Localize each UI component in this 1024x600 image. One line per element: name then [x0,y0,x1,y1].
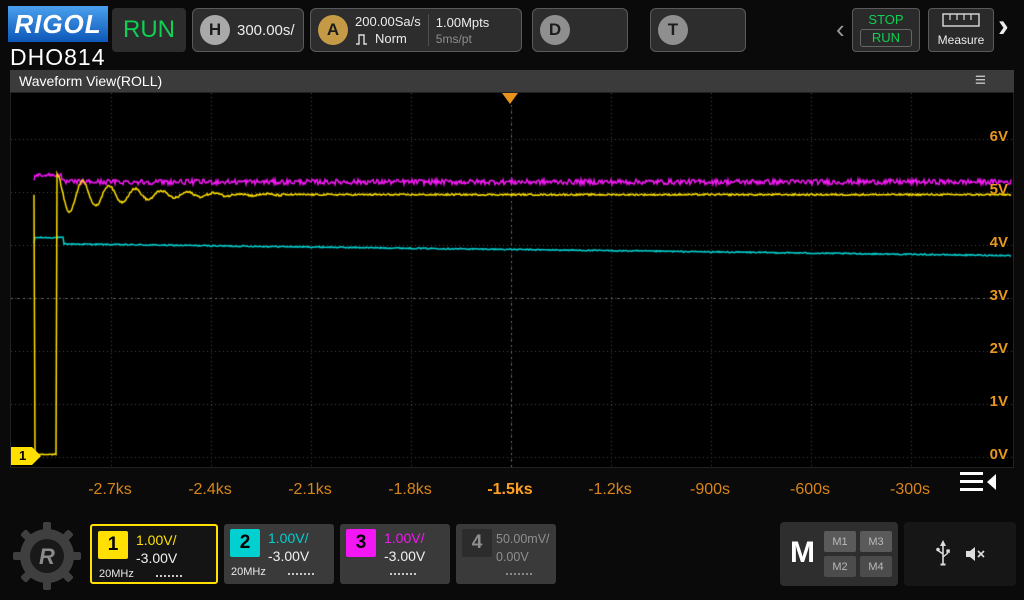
timebase-value: 300.00s/ [237,22,295,39]
voltage-label: 3V [966,287,1008,304]
channel-4-offset: 0.00V [496,550,529,564]
channel-3-scale: 1.00V/ [384,530,424,546]
math-m3-button[interactable]: M3 [860,531,892,552]
voltage-label: 0V [966,446,1008,463]
channel-2-box[interactable]: 2 1.00V/ -3.00V 20MHz [224,524,334,584]
model-label: DHO814 [10,44,105,71]
trigger-position-marker[interactable] [502,93,518,104]
acquisition-knob[interactable]: A [318,15,348,45]
voltage-label: 5V [966,181,1008,198]
channel-4-badge: 4 [462,529,492,557]
ruler-icon [942,13,980,27]
speaker-mute-icon[interactable] [965,546,986,562]
channel-2-style-dots [288,573,314,575]
stop-run-button[interactable]: STOP RUN [852,8,920,52]
divider [428,14,429,46]
stop-label: STOP [853,12,919,27]
hamburger-menu-icon[interactable]: ≡ [975,70,986,92]
channel-3-offset: -3.00V [384,548,425,564]
pulse-icon [355,33,371,45]
channel-1-box[interactable]: 1 1.00V/ -3.00V 20MHz [90,524,218,584]
time-label: -2.1ks [270,481,350,499]
channel-1-style-dots [156,575,182,577]
waveform-plot[interactable] [10,92,1014,468]
channel-3-box[interactable]: 3 1.00V/ -3.00V [340,524,450,584]
acquisition-group[interactable]: A 200.00Sa/s Norm 1.00Mpts 5ms/pt [310,8,522,52]
channel-2-bandwidth: 20MHz [231,566,266,578]
time-label: -1.5ks [470,481,550,499]
horizontal-knob[interactable]: H [200,15,230,45]
math-panel[interactable]: M M1 M3 M2 M4 [780,522,898,586]
channel-1-offset: -3.00V [136,550,177,566]
channel-3-style-dots [390,573,416,575]
waveform-canvas[interactable] [11,93,1013,467]
math-m4-button[interactable]: M4 [860,556,892,577]
nav-left-icon[interactable]: ‹ [836,16,845,42]
decode-group[interactable]: D [532,8,628,52]
channel-2-scale: 1.00V/ [268,530,308,546]
rigol-gear-logo[interactable]: R [8,518,86,594]
waveform-title-bar: Waveform View(ROLL) ≡ [10,70,1014,92]
time-per-point: 5ms/pt [436,32,489,46]
channel-1-bandwidth: 20MHz [99,568,134,580]
voltage-label: 1V [966,393,1008,410]
voltage-label: 2V [966,340,1008,357]
voltage-label: 4V [966,234,1008,251]
math-m2-button[interactable]: M2 [824,556,856,577]
memory-depth: 1.00Mpts [436,15,489,30]
oscilloscope-screen: RIGOL DHO814 RUN H 300.00s/ A 200.00Sa/s… [0,0,1024,600]
sample-rate: 200.00Sa/s [355,14,421,29]
acq-mode: Norm [375,31,407,46]
waveform-title: Waveform View(ROLL) [19,73,162,89]
horizontal-group[interactable]: H 300.00s/ [192,8,304,52]
math-label: M [790,536,815,570]
time-label: -1.2ks [570,481,650,499]
channel-2-offset: -3.00V [268,548,309,564]
voltage-label: 6V [966,128,1008,145]
decode-knob[interactable]: D [540,15,570,45]
trigger-knob[interactable]: T [658,15,688,45]
usb-icon [935,540,951,568]
time-label: -300s [870,481,950,499]
measure-button[interactable]: Measure [928,8,994,52]
rigol-logo: RIGOL [8,6,108,42]
channel-4-scale: 50.00mV/ [496,532,550,546]
channel-4-box[interactable]: 4 50.00mV/ 0.00V [456,524,556,584]
channel-2-badge: 2 [230,529,260,557]
channel-1-scale: 1.00V/ [136,532,176,548]
channel-3-badge: 3 [346,529,376,557]
results-expand-icon[interactable] [956,468,1000,496]
svg-text:R: R [39,544,55,569]
run-state-button[interactable]: RUN [112,8,186,52]
time-label: -2.4ks [170,481,250,499]
time-label: -1.8ks [370,481,450,499]
time-label: -600s [770,481,850,499]
channel-4-style-dots [506,573,532,575]
time-label: -2.7ks [70,481,150,499]
run-label: RUN [860,29,912,47]
nav-right-icon[interactable]: › [998,12,1009,38]
time-label: -900s [670,481,750,499]
measure-label: Measure [929,33,993,47]
channel-1-badge: 1 [98,531,128,559]
math-m1-button[interactable]: M1 [824,531,856,552]
trigger-group[interactable]: T [650,8,746,52]
status-icons-panel [904,522,1016,586]
